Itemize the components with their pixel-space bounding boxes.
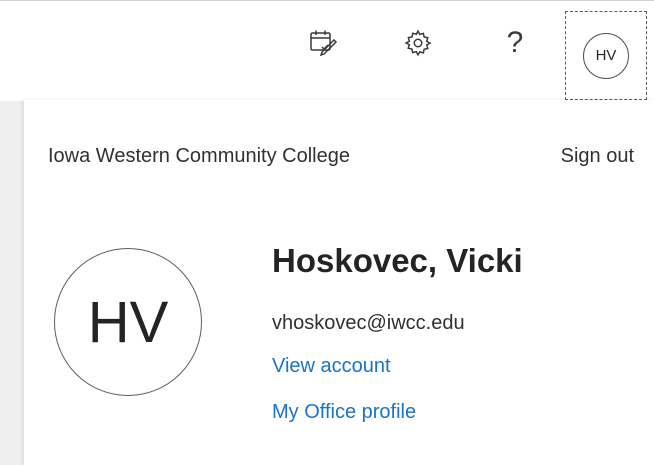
top-bar: ? HV (0, 0, 654, 101)
view-account-link[interactable]: View account (272, 355, 391, 378)
gear-icon (404, 29, 432, 57)
calendar-check-button[interactable] (295, 13, 351, 73)
help-icon: ? (506, 26, 524, 59)
avatar: HV (583, 32, 629, 79)
user-display-name: Hoskovec, Vicki (272, 242, 523, 279)
account-manager-button[interactable]: HV (565, 11, 647, 100)
settings-button[interactable] (390, 13, 446, 73)
organization-name: Iowa Western Community College (48, 145, 350, 167)
my-office-profile-link[interactable]: My Office profile (272, 401, 416, 424)
help-button[interactable]: ? (487, 13, 543, 73)
calendar-check-icon (310, 30, 338, 57)
profile-avatar: HV (54, 248, 202, 396)
sign-out-link[interactable]: Sign out (561, 145, 634, 168)
account-panel: Iowa Western Community College Sign out … (24, 100, 654, 465)
user-email: vhoskovec@iwcc.edu (272, 312, 465, 334)
